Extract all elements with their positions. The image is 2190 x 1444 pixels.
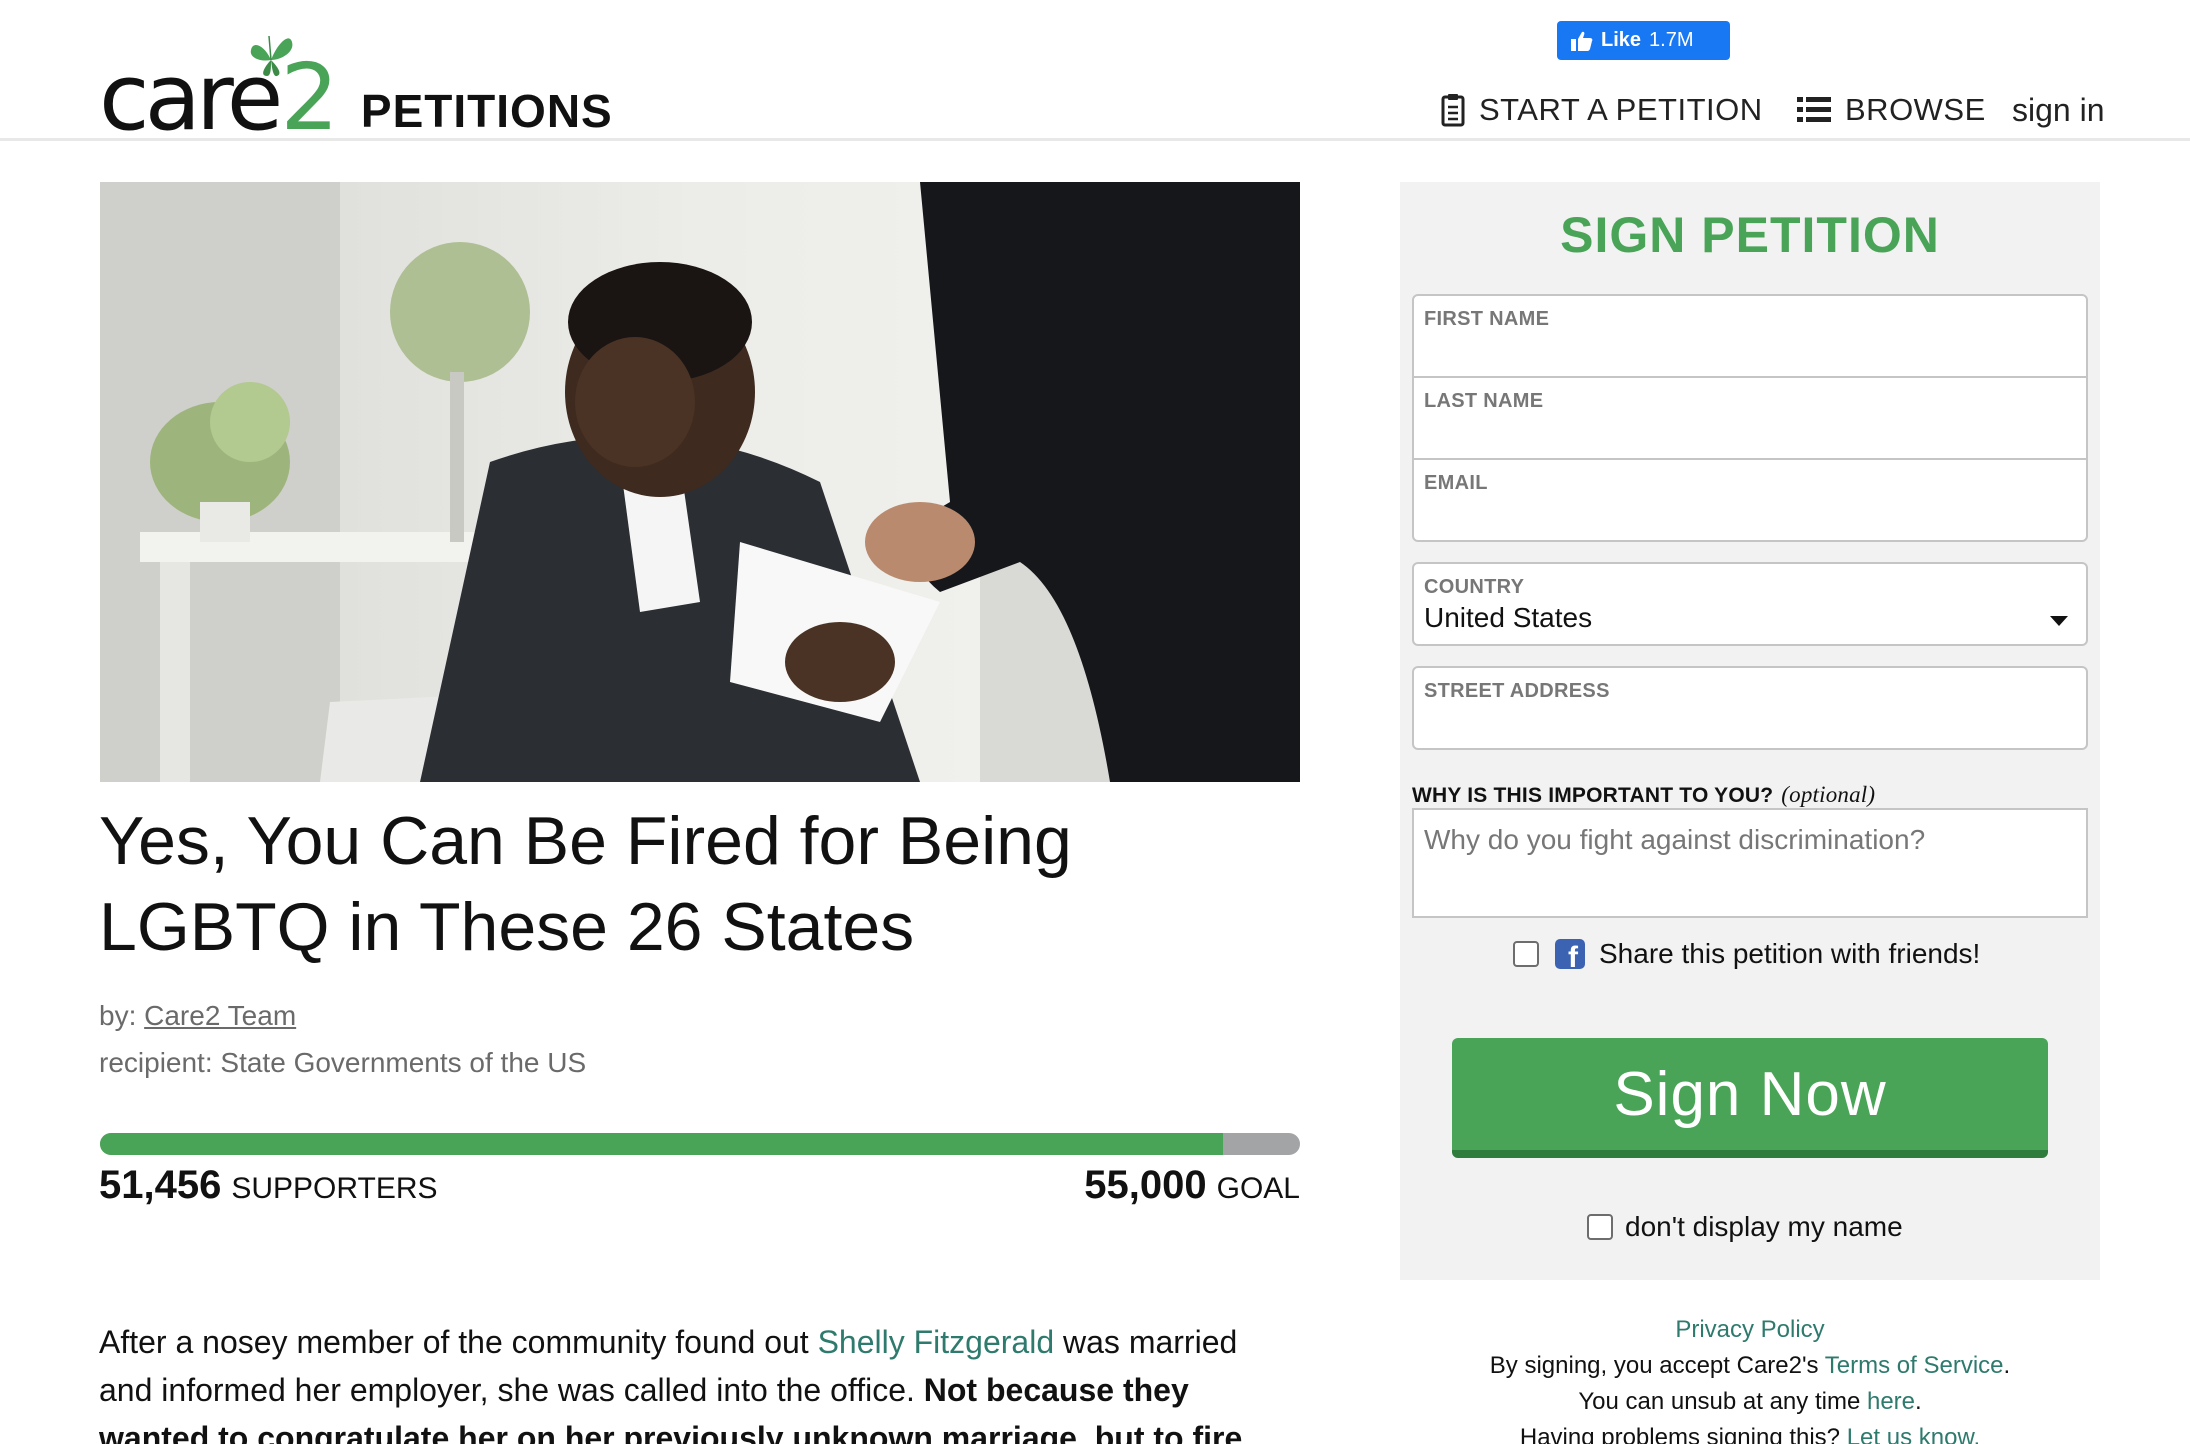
nav-start-petition[interactable]: START A PETITION <box>1441 92 1763 128</box>
goal-number: 55,000 <box>1084 1163 1207 1207</box>
legal-notice: Privacy Policy By signing, you accept Ca… <box>1400 1312 2100 1444</box>
logo-petitions-text: PETITIONS <box>360 85 613 137</box>
privacy-policy-link[interactable]: Privacy Policy <box>1675 1316 1824 1343</box>
country-label: COUNTRY <box>1424 576 1525 598</box>
signature-progress-bar <box>100 1133 1300 1155</box>
sign-petition-panel: SIGN PETITION FIRST NAME LAST NAME EMAIL… <box>1400 182 2100 1280</box>
why-label-text: WHY IS THIS IMPORTANT TO YOU? <box>1412 784 1774 807</box>
body-text-start: After a nosey member of the community fo… <box>99 1324 818 1360</box>
petition-recipient: recipient: State Governments of the US <box>99 1047 586 1079</box>
why-placeholder: Why do you fight against discrimination? <box>1424 824 1926 855</box>
terms-of-service-link[interactable]: Terms of Service <box>1825 1352 2004 1379</box>
unsub-here-link[interactable]: here <box>1867 1388 1915 1415</box>
unsub-suffix: . <box>1915 1388 1922 1415</box>
supporters-count: 51,456 SUPPORTERS <box>99 1163 438 1208</box>
supporters-number: 51,456 <box>99 1163 222 1207</box>
country-select[interactable]: COUNTRY United States <box>1412 562 2088 646</box>
let-us-know-link[interactable]: Let us know. <box>1847 1424 1980 1444</box>
nav-start-label: START A PETITION <box>1479 92 1763 127</box>
unsub-line: You can unsub at any time here. <box>1400 1384 2100 1420</box>
goal-label: GOAL <box>1216 1172 1300 1205</box>
why-important-label: WHY IS THIS IMPORTANT TO YOU? (optional) <box>1412 782 1875 808</box>
why-important-textarea[interactable]: Why do you fight against discrimination? <box>1412 808 2088 918</box>
recipient-label: recipient: <box>99 1047 213 1078</box>
petition-title-line2: LGBTQ in These 26 States <box>99 889 915 965</box>
fb-like-count: 1.7M <box>1649 29 1694 51</box>
list-icon <box>1797 97 1831 123</box>
dont-display-label: don't display my name <box>1625 1211 1903 1242</box>
facebook-icon: f <box>1555 939 1585 969</box>
petition-hero-image <box>100 182 1300 782</box>
nav-browse-label: BROWSE <box>1845 92 1986 127</box>
country-value: United States <box>1424 602 1593 633</box>
problems-line: Having problems signing this? Let us kno… <box>1400 1420 2100 1444</box>
email-field[interactable]: EMAIL <box>1412 458 2088 542</box>
supporters-label: SUPPORTERS <box>231 1172 438 1205</box>
shelly-fitzgerald-link[interactable]: Shelly Fitzgerald <box>818 1324 1055 1360</box>
goal-count: 55,000 GOAL <box>1084 1163 1300 1208</box>
street-address-label: STREET ADDRESS <box>1424 680 1610 702</box>
body-bold-text: Not because they <box>923 1372 1189 1408</box>
hero-photo <box>100 182 1300 782</box>
share-with-friends: f Share this petition with friends! <box>1513 938 1980 970</box>
accept-suffix: . <box>2003 1352 2011 1379</box>
facebook-like-button[interactable]: Like 1.7M <box>1557 21 1730 60</box>
email-label: EMAIL <box>1424 472 1488 494</box>
last-name-label: LAST NAME <box>1424 390 1544 412</box>
site-header: care 2 PETITIONS Like 1.7M START A PETIT… <box>0 0 2190 144</box>
petition-author: by: Care2 Team <box>99 1000 296 1032</box>
terms-line: By signing, you accept Care2's Terms of … <box>1400 1348 2100 1384</box>
nav-browse[interactable]: BROWSE <box>1797 92 1986 128</box>
first-name-label: FIRST NAME <box>1424 308 1550 330</box>
dont-display-checkbox[interactable] <box>1587 1214 1613 1240</box>
sign-petition-heading: SIGN PETITION <box>1560 207 1940 263</box>
problems-text: Having problems signing this? <box>1519 1424 1847 1444</box>
by-label: by: <box>99 1000 137 1031</box>
thumbs-up-icon <box>1571 31 1593 51</box>
butterfly-icon <box>250 35 293 77</box>
recipient-value: State Governments of the US <box>220 1047 587 1078</box>
share-checkbox[interactable] <box>1513 941 1539 967</box>
accept-text: By signing, you accept Care2's <box>1489 1352 1825 1379</box>
last-name-field[interactable]: LAST NAME <box>1412 376 2088 460</box>
author-link[interactable]: Care2 Team <box>144 1000 296 1031</box>
petition-body: After a nosey member of the community fo… <box>99 1318 1299 1444</box>
care2-logo[interactable]: care 2 PETITIONS <box>99 30 613 144</box>
fb-like-label: Like <box>1601 29 1642 51</box>
clipboard-icon <box>1441 93 1465 127</box>
why-optional-text: (optional) <box>1781 782 1876 807</box>
nav-sign-in[interactable]: sign in <box>2012 92 2105 129</box>
chevron-down-icon <box>2050 616 2068 626</box>
first-name-field[interactable]: FIRST NAME <box>1412 294 2088 378</box>
progress-fill <box>100 1133 1223 1155</box>
sign-now-button[interactable]: Sign Now <box>1452 1038 2048 1158</box>
share-label: Share this petition with friends! <box>1599 938 1981 969</box>
petition-title: Yes, You Can Be Fired for Being LGBTQ in… <box>99 798 1249 970</box>
petition-title-line1: Yes, You Can Be Fired for Being <box>99 803 1072 879</box>
body-bold-underline-text: wanted to congratulate her on her previo… <box>99 1420 1243 1444</box>
unsub-text: You can unsub at any time <box>1578 1388 1867 1415</box>
street-address-field[interactable]: STREET ADDRESS <box>1412 666 2088 750</box>
dont-display-name: don't display my name <box>1587 1211 1903 1243</box>
